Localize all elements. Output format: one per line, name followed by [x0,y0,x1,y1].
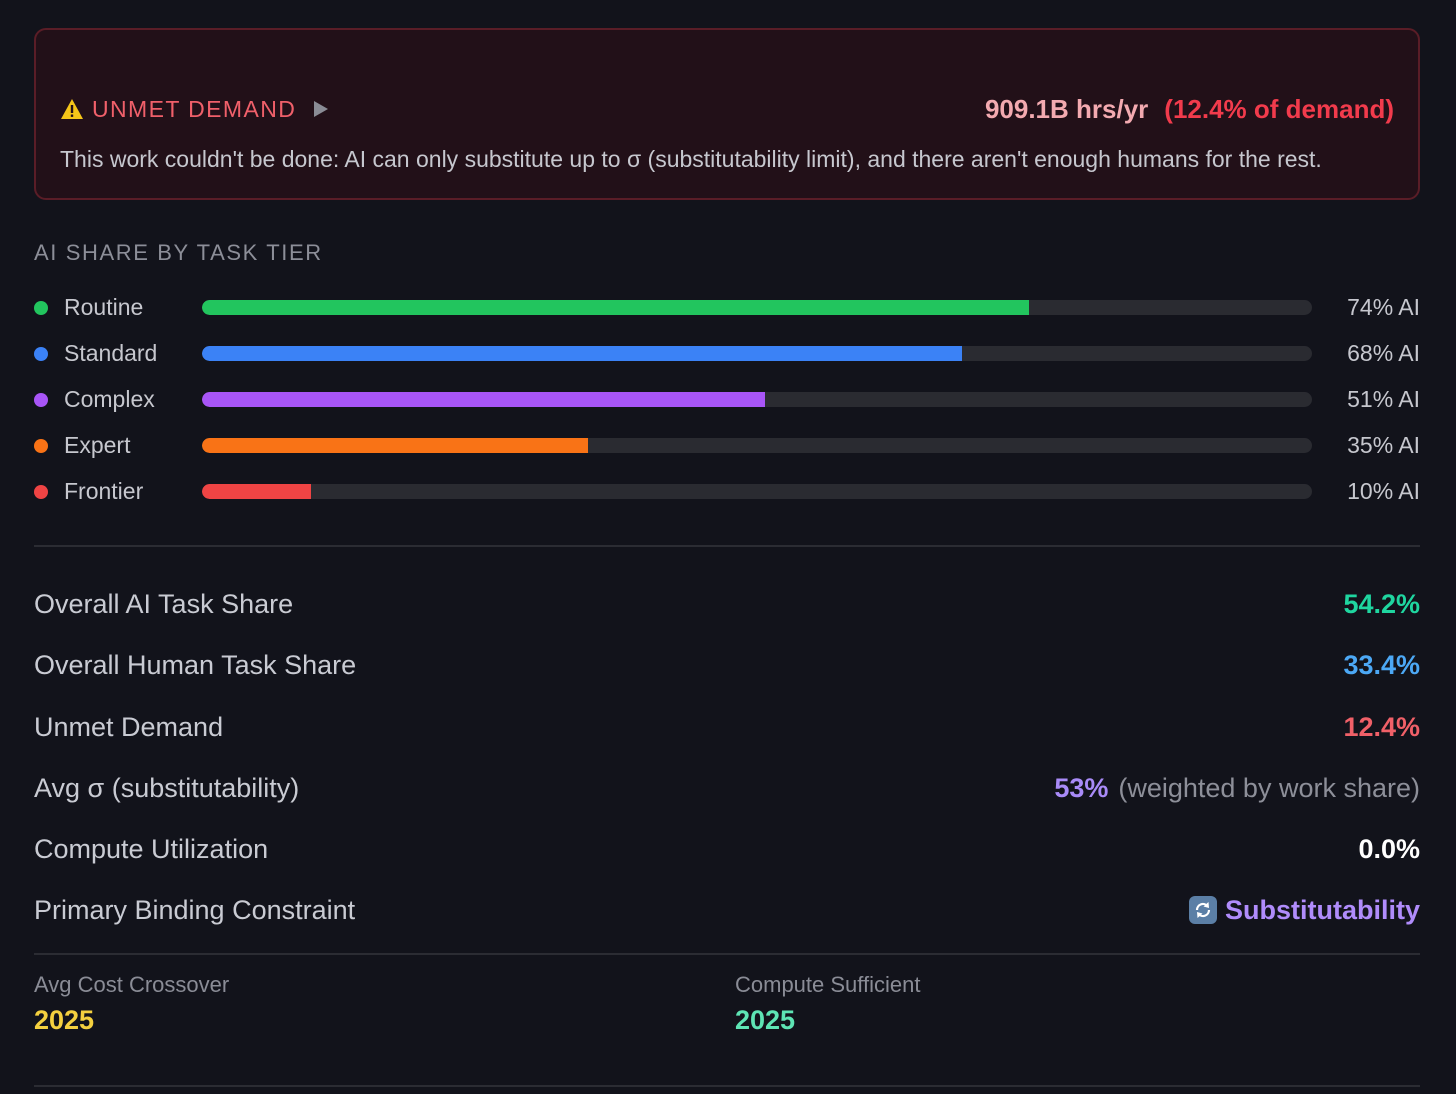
tier-bar-track [202,484,1312,499]
metric-row: Overall AI Task Share 54.2% [34,574,1420,635]
tier-bar-fill [202,438,589,453]
cost-crossover-value: 2025 [34,1005,95,1035]
tier-label: Complex [64,386,155,412]
metric-value: 0.0% [1358,834,1420,865]
divider [34,545,1420,547]
cost-crossover-label: Avg Cost Crossover [34,972,230,997]
tier-row-routine: Routine 74% AI [34,284,1420,330]
tier-label: Routine [64,294,144,320]
unmet-percent: (12.4% of demand) [1164,93,1394,124]
metric-label: Primary Binding Constraint [34,895,356,926]
alert-title: UNMET DEMAND [92,95,297,122]
compute-sufficient-label: Compute Sufficient [735,972,921,997]
tier-bar-fill [202,346,963,361]
dashboard-panel: UNMET DEMAND 909.1B hrs/yr (12.4% of dem… [0,0,1456,1094]
compute-sufficient-value: 2025 [735,1005,796,1035]
alert-stats: 909.1B hrs/yr (12.4% of demand) [985,92,1394,126]
metric-row: Avg σ (substitutability) 53% (weighted by … [34,758,1420,819]
metric-value-group: 0.0% [1358,831,1420,867]
expand-triangle-icon[interactable] [314,101,329,117]
metric-label: Compute Utilization [34,834,269,865]
metric-label: Overall AI Task Share [34,589,294,619]
compute-sufficient-stat: Compute Sufficient 2025 [735,970,920,1038]
tier-label: Expert [64,432,131,458]
metric-value: 54.2% [1343,589,1420,619]
warning-icon [61,99,83,119]
tier-list: Routine 74% AI Standard 68% AI Complex 51% AI… [34,284,1420,514]
tier-dot [34,485,48,499]
tier-value: 10% AI [1347,478,1420,504]
metrics-list: Overall AI Task Share 54.2% Overall Human … [34,574,1420,942]
metric-value: Substitutability [1225,895,1420,926]
tier-bar-track [202,438,1312,453]
tier-dot [34,301,48,315]
metric-row: Primary Binding Constraint Substitutabili… [34,880,1420,941]
divider [34,953,1420,955]
tier-dot [34,393,48,407]
cost-crossover-stat: Avg Cost Crossover 2025 [34,970,229,1038]
tier-bar-track [202,346,1312,361]
metric-label: Unmet Demand [34,711,224,742]
tier-value: 35% AI [1347,432,1420,458]
metric-value-group: 12.4% [1343,709,1420,745]
alert-description: This work couldn't be done: AI can only … [60,146,1322,172]
tier-bar-track [202,392,1312,407]
alert-header: UNMET DEMAND 909.1B hrs/yr (12.4% of dem… [60,92,1394,126]
tier-value: 74% AI [1347,294,1420,320]
metric-value: 12.4% [1343,711,1420,742]
metric-value-group: 33.4% [1343,647,1420,683]
tier-bar-track [202,300,1312,315]
tier-row-standard: Standard 68% AI [34,330,1420,376]
tier-label: Frontier [64,478,144,504]
tier-value: 51% AI [1347,386,1420,412]
unmet-hours: 909.1B hrs/yr [984,93,1149,124]
tier-value: 68% AI [1347,340,1420,366]
tier-bar-fill [202,392,765,407]
metric-value-group: 54.2% [1343,586,1420,622]
metric-row: Compute Utilization 0.0% [34,819,1420,880]
tier-row-complex: Complex 51% AI [34,376,1420,422]
tier-label: Standard [64,340,158,366]
tier-section-title: AI SHARE BY TASK TIER [34,240,323,265]
metric-value-group: 53% (weighted by work share) [1054,770,1420,806]
tier-row-frontier: Frontier 10% AI [34,468,1420,514]
divider [34,1085,1420,1087]
metric-label: Avg σ (substitutability) [34,772,300,803]
metric-note: (weighted by work share) [1118,772,1420,803]
metric-row: Unmet Demand 12.4% [34,697,1420,758]
sync-icon [1189,896,1217,925]
metric-value: 33.4% [1343,650,1420,681]
tier-row-expert: Expert 35% AI [34,422,1420,468]
metric-label: Overall Human Task Share [34,650,357,681]
tier-dot [34,347,48,361]
tier-bar-fill [202,300,1029,315]
tier-dot [34,439,48,453]
metric-row: Overall Human Task Share 33.4% [34,635,1420,696]
tier-bar-fill [202,484,311,499]
metric-value-group: Substitutability [1189,892,1420,928]
metric-value: 53% [1054,772,1109,803]
unmet-demand-alert: UNMET DEMAND 909.1B hrs/yr (12.4% of dem… [34,28,1420,200]
alert-title-group[interactable]: UNMET DEMAND [60,92,329,126]
